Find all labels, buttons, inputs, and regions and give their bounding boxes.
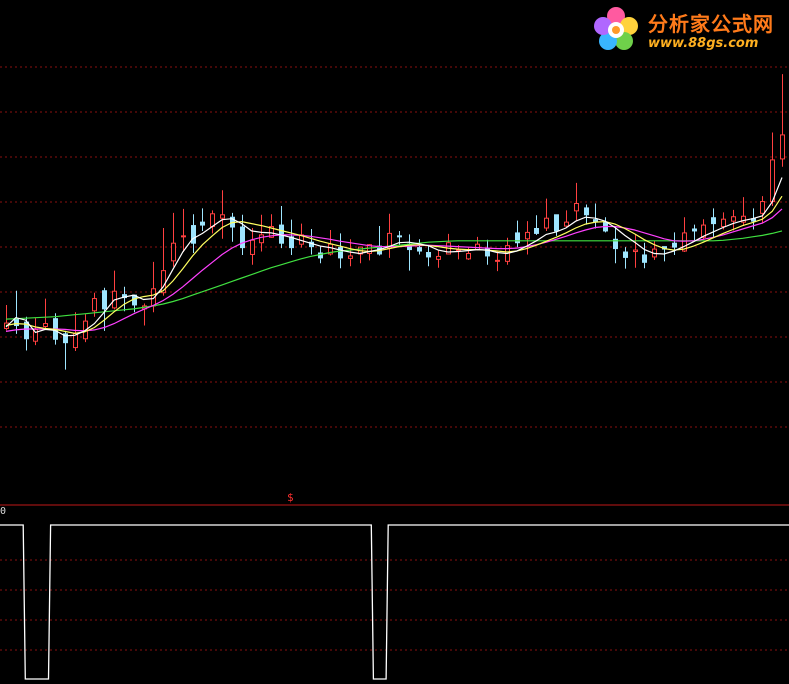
candle-body (672, 242, 677, 248)
signal-mark: $ (287, 491, 294, 504)
candle-body (210, 213, 215, 228)
candle-body (760, 201, 765, 214)
candle-body (259, 234, 264, 244)
flower-logo-icon (594, 7, 638, 50)
candle-body (584, 207, 589, 216)
candle-body (14, 318, 19, 327)
candle-body (495, 259, 500, 262)
candle-body (466, 252, 471, 260)
chart-stage (0, 0, 789, 684)
candle-body (711, 217, 716, 225)
candle-body (554, 214, 559, 232)
logo-title: 分析家公式网 (648, 12, 774, 36)
site-logo[interactable]: 分析家公式网 www.88gs.com (588, 2, 788, 58)
candle-body (397, 235, 402, 238)
chart-background (0, 0, 789, 684)
candle-body (200, 221, 205, 226)
candle-body (780, 134, 785, 160)
candle-body (642, 254, 647, 263)
candle-body (623, 251, 628, 258)
candle-body (92, 298, 97, 312)
candle-body (191, 225, 196, 244)
candle-body (338, 247, 343, 259)
candle-body (574, 203, 579, 212)
candle-body (181, 235, 186, 238)
logo-url[interactable]: www.88gs.com (648, 36, 758, 51)
candle-body (692, 228, 697, 232)
candle-body (102, 290, 107, 310)
candle-body (417, 247, 422, 252)
indicator-axis-label: 0 (0, 506, 7, 517)
candle-body (171, 242, 176, 262)
candle-body (593, 219, 598, 223)
candle-body (240, 226, 245, 249)
candle-body (220, 214, 225, 219)
candle-body (544, 217, 549, 229)
candle-body (564, 221, 569, 227)
candle-body (525, 231, 530, 240)
candle-body (43, 323, 48, 327)
candle-body (426, 252, 431, 258)
candle-body (475, 243, 480, 251)
candle-body (534, 228, 539, 234)
candle-body (731, 216, 736, 222)
candle-body (348, 255, 353, 259)
candle-body (633, 249, 638, 253)
candle-body (721, 218, 726, 228)
candle-body (250, 239, 255, 255)
candle-body (436, 255, 441, 260)
candle-body (770, 159, 775, 203)
